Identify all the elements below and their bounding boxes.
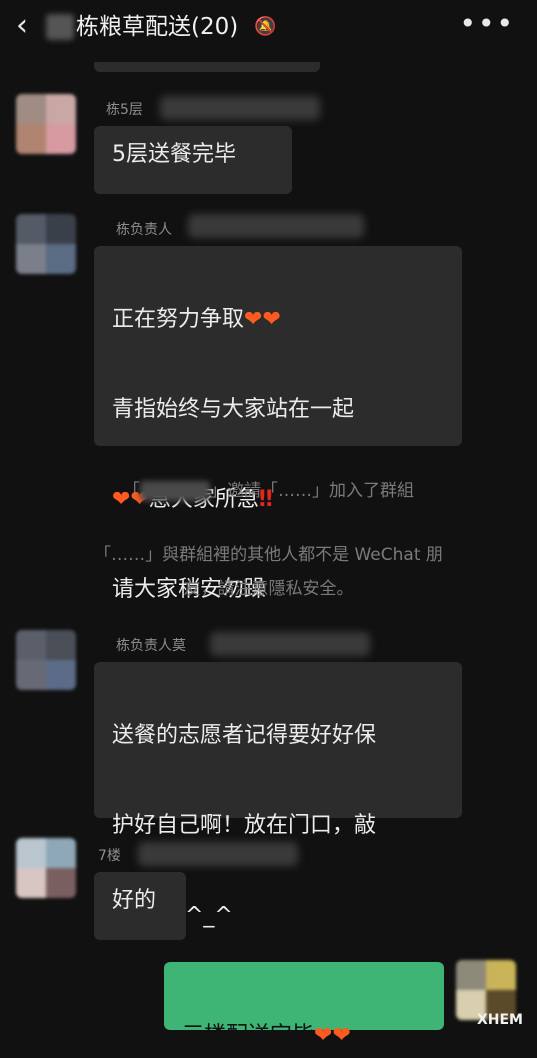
heart-emoji-icon: ❤ — [332, 1023, 351, 1048]
blurred-title-prefix — [46, 14, 74, 40]
previous-message-edge — [94, 62, 320, 72]
more-options-icon[interactable]: ••• — [459, 4, 515, 44]
message-bubble[interactable]: 送餐的志愿者记得要好好保 护好自己啊！放在门口，敲 门离开 ^_^ — [94, 662, 462, 928]
invite-notice: 「」邀請「……」加入了群組 — [123, 481, 414, 501]
message-line: 送餐的志愿者记得要好好保 — [112, 723, 377, 748]
message-bubble[interactable]: 正在努力争取❤❤ 青指始终与大家站在一起 ❤❤急大家所急‼ 请大家稍安勿躁 — [94, 246, 462, 602]
heart-emoji-icon: ❤ — [244, 307, 263, 332]
blurred-inviter-name — [140, 481, 210, 501]
avatar[interactable] — [16, 630, 76, 690]
message-bubble[interactable]: 好的 — [94, 872, 186, 940]
message-bubble[interactable]: 5层送餐完毕 — [94, 126, 292, 194]
chat-title: 栋粮草配送(20) — [76, 14, 239, 40]
sender-name: 7楼 — [98, 848, 121, 864]
heart-emoji-icon: ❤ — [262, 307, 281, 332]
blurred-sender-name — [138, 842, 298, 866]
chat-header: ‹ 栋粮草配送(20) 🔕 ••• — [0, 0, 537, 52]
message-line: 正在努力争取❤❤ — [112, 307, 281, 332]
blurred-sender-name — [210, 632, 370, 656]
avatar[interactable] — [16, 94, 76, 154]
avatar[interactable] — [16, 214, 76, 274]
message-line: 青指始终与大家站在一起 — [112, 397, 355, 422]
privacy-notice-line: 「……」與群組裡的其他人都不是 WeChat 朋 — [94, 545, 443, 565]
heart-emoji-icon: ❤ — [314, 1023, 333, 1048]
blurred-sender-name — [160, 96, 320, 120]
sender-name: 栋5层 — [106, 102, 143, 118]
my-avatar[interactable] — [456, 960, 516, 1020]
sender-name: 栋负责人 — [116, 222, 172, 238]
mute-bell-icon: 🔕 — [254, 16, 277, 37]
privacy-notice-line: 友，請注意隱私安全。 — [183, 579, 354, 599]
blurred-sender-name — [188, 214, 364, 238]
back-arrow-icon[interactable]: ‹ — [16, 8, 28, 44]
sender-name: 栋负责人莫 — [116, 638, 186, 654]
my-message-bubble[interactable]: 三楼配送完毕❤❤ — [164, 962, 444, 1048]
watermark-logo: XHEM — [476, 1012, 523, 1028]
avatar[interactable] — [16, 838, 76, 898]
